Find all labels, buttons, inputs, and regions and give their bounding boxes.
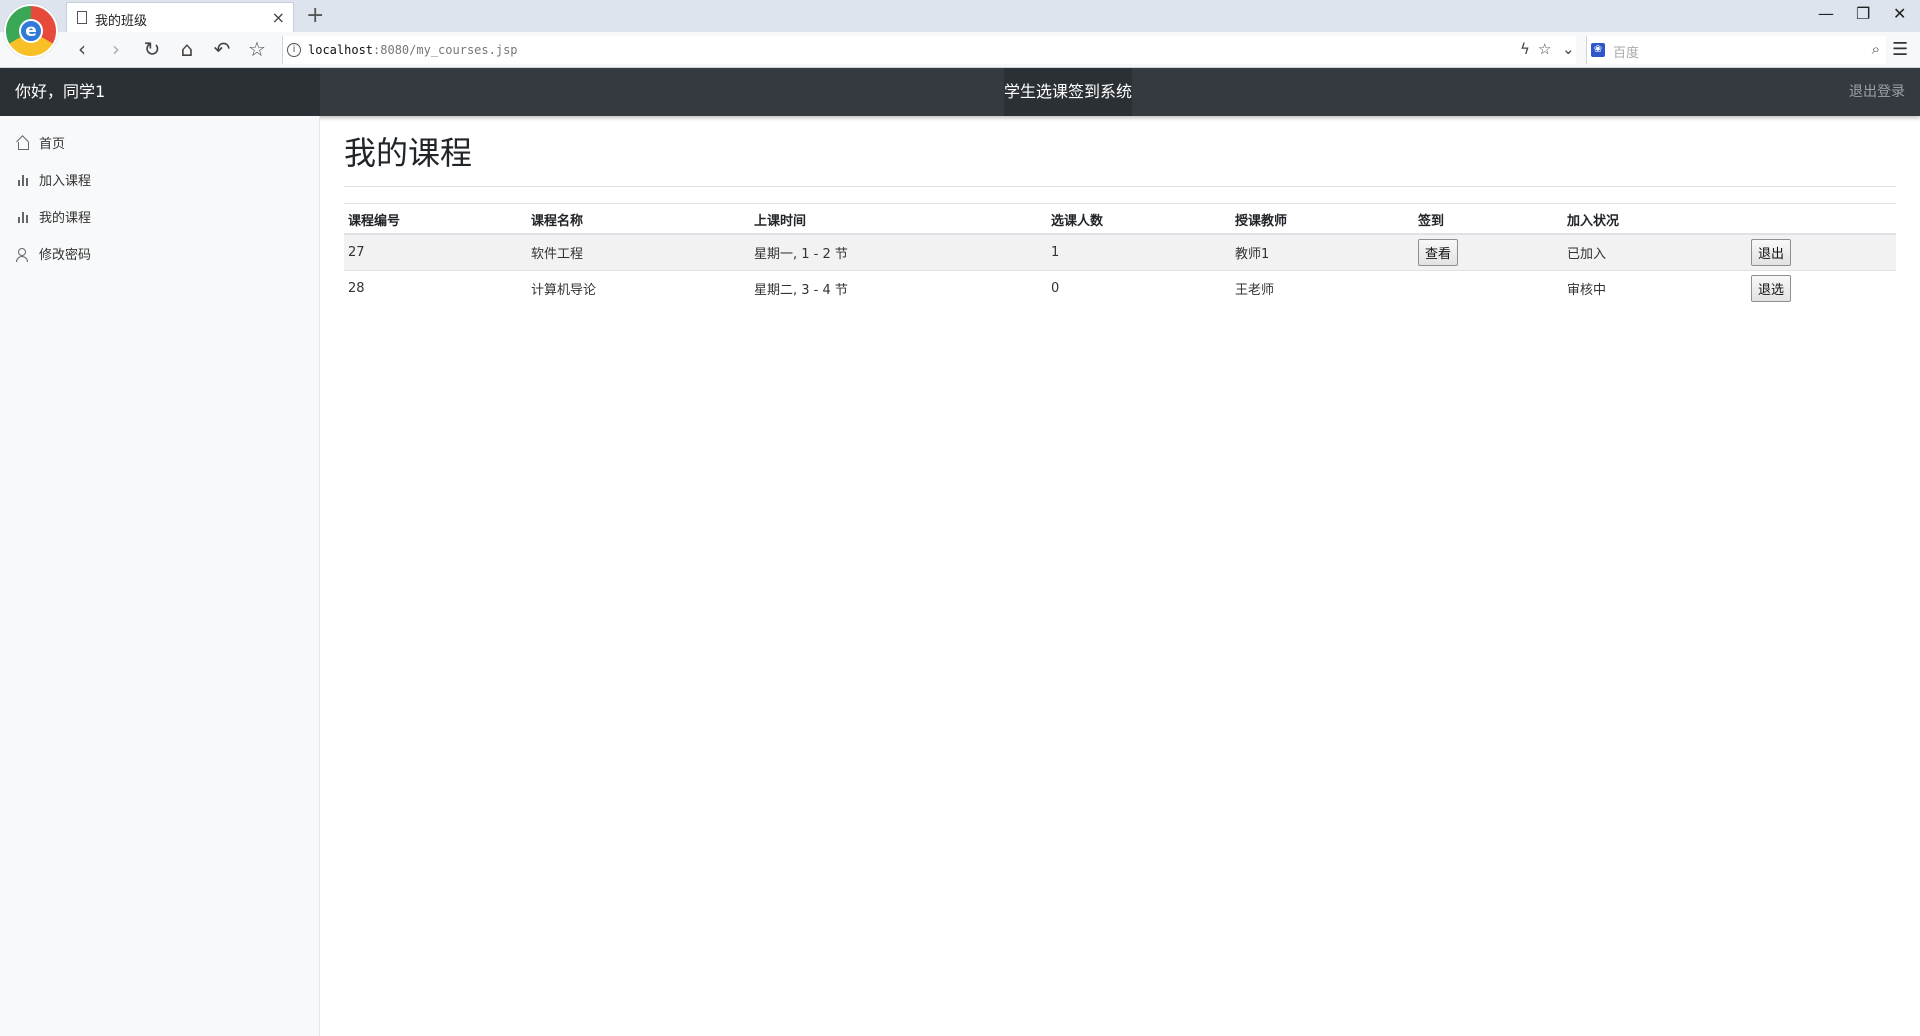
- drop-course-button[interactable]: 退选: [1751, 275, 1792, 303]
- signin-cell: 查看: [1414, 233, 1563, 271]
- baidu-icon: ❀: [1591, 43, 1605, 57]
- search-input[interactable]: ❀ 百度 ⌕: [1586, 36, 1886, 64]
- new-tab-icon[interactable]: +: [306, 3, 324, 28]
- main-content: 我的课程 课程编号 课程名称 上课时间 选课人数 授课教师 签到 加入状况 27…: [344, 116, 1896, 307]
- system-title: 学生选课签到系统: [1004, 68, 1132, 116]
- table-row: 27 软件工程 星期一, 1 - 2 节 1 教师1 查看 已加入 退出: [344, 233, 1896, 271]
- table-header-row: 课程编号 课程名称 上课时间 选课人数 授课教师 签到 加入状况: [344, 203, 1896, 235]
- join-status: 审核中: [1563, 270, 1747, 307]
- home-icon[interactable]: ⌂: [175, 38, 199, 62]
- teacher-name: 教师1: [1231, 233, 1414, 271]
- browser-tab-bar: 我的班级 × + — ❐ ✕: [0, 0, 1920, 32]
- table-row: 28 计算机导论 星期二, 3 - 4 节 0 王老师 审核中 退选: [344, 270, 1896, 307]
- bar-chart-icon: [16, 210, 30, 224]
- users-icon: [16, 247, 30, 262]
- browser-tab[interactable]: 我的班级 ×: [66, 2, 294, 32]
- sidebar-item-label: 加入课程: [39, 174, 92, 189]
- favorite-star-icon[interactable]: ☆: [1538, 40, 1551, 58]
- course-id: 28: [344, 270, 527, 307]
- column-header: 加入状况: [1563, 203, 1747, 235]
- search-placeholder: 百度: [1613, 46, 1640, 61]
- window-close-icon[interactable]: ✕: [1893, 4, 1906, 23]
- lightning-icon[interactable]: ϟ: [1520, 40, 1530, 58]
- join-status: 已加入: [1563, 233, 1747, 271]
- sidebar-item-join-course[interactable]: 加入课程: [0, 161, 319, 198]
- action-cell: 退出: [1747, 233, 1896, 271]
- bookmark-star-icon[interactable]: ☆: [245, 38, 269, 62]
- browser-address-bar: ‹ › ↻ ⌂ ↶ ☆ i localhost:8080/my_courses.…: [0, 32, 1920, 68]
- sidebar-item-my-courses[interactable]: 我的课程: [0, 198, 319, 235]
- bar-chart-icon: [16, 173, 30, 187]
- sidebar-item-label: 首页: [39, 137, 66, 152]
- info-icon[interactable]: i: [287, 43, 301, 57]
- back-icon[interactable]: ‹: [70, 38, 94, 62]
- sidebar-item-label: 修改密码: [39, 248, 92, 263]
- course-id: 27: [344, 233, 527, 271]
- sidebar-item-change-password[interactable]: 修改密码: [0, 235, 319, 272]
- action-cell: 退选: [1747, 270, 1896, 307]
- chevron-down-icon[interactable]: ⌄: [1562, 40, 1575, 58]
- sidebar: 首页 加入课程 我的课程 修改密码: [0, 116, 320, 1036]
- search-icon[interactable]: ⌕: [1872, 40, 1880, 58]
- page-title: 我的课程: [344, 132, 1896, 187]
- url-text: localhost:8080/my_courses.jsp: [308, 43, 518, 57]
- column-header: 选课人数: [1047, 203, 1231, 235]
- app-header: 你好，同学1 学生选课签到系统 退出登录: [0, 68, 1920, 116]
- reload-icon[interactable]: ↻: [140, 38, 164, 62]
- user-greeting[interactable]: 你好，同学1: [0, 68, 320, 116]
- column-header: 上课时间: [750, 203, 1047, 235]
- forward-icon[interactable]: ›: [104, 38, 128, 62]
- quit-course-button[interactable]: 退出: [1751, 239, 1792, 266]
- enroll-count: 1: [1047, 233, 1231, 271]
- menu-icon[interactable]: ☰: [1892, 39, 1908, 60]
- view-signin-button[interactable]: 查看: [1418, 239, 1459, 266]
- home-icon: [16, 136, 30, 150]
- enroll-count: 0: [1047, 270, 1231, 307]
- teacher-name: 王老师: [1231, 270, 1414, 307]
- column-header: 课程编号: [344, 203, 527, 235]
- url-field[interactable]: i localhost:8080/my_courses.jsp: [282, 36, 1576, 64]
- minimize-icon[interactable]: —: [1818, 4, 1834, 23]
- courses-table: 课程编号 课程名称 上课时间 选课人数 授课教师 签到 加入状况 27 软件工程…: [344, 203, 1896, 307]
- restore-icon[interactable]: ❐: [1856, 4, 1870, 23]
- column-header: 签到: [1414, 203, 1563, 235]
- course-name: 软件工程: [527, 233, 750, 271]
- logout-link[interactable]: 退出登录: [1849, 68, 1905, 116]
- document-icon: [77, 11, 87, 24]
- column-header: 课程名称: [527, 203, 750, 235]
- course-name: 计算机导论: [527, 270, 750, 307]
- undo-icon[interactable]: ↶: [210, 38, 234, 62]
- signin-cell: [1414, 270, 1563, 307]
- course-time: 星期一, 1 - 2 节: [750, 233, 1047, 271]
- column-header: [1747, 203, 1896, 235]
- sidebar-item-home[interactable]: 首页: [0, 124, 319, 161]
- course-time: 星期二, 3 - 4 节: [750, 270, 1047, 307]
- browser-logo-icon: e: [4, 4, 58, 58]
- browser-tab-title: 我的班级: [95, 14, 148, 29]
- column-header: 授课教师: [1231, 203, 1414, 235]
- sidebar-item-label: 我的课程: [39, 211, 92, 226]
- tab-close-icon[interactable]: ×: [272, 8, 285, 27]
